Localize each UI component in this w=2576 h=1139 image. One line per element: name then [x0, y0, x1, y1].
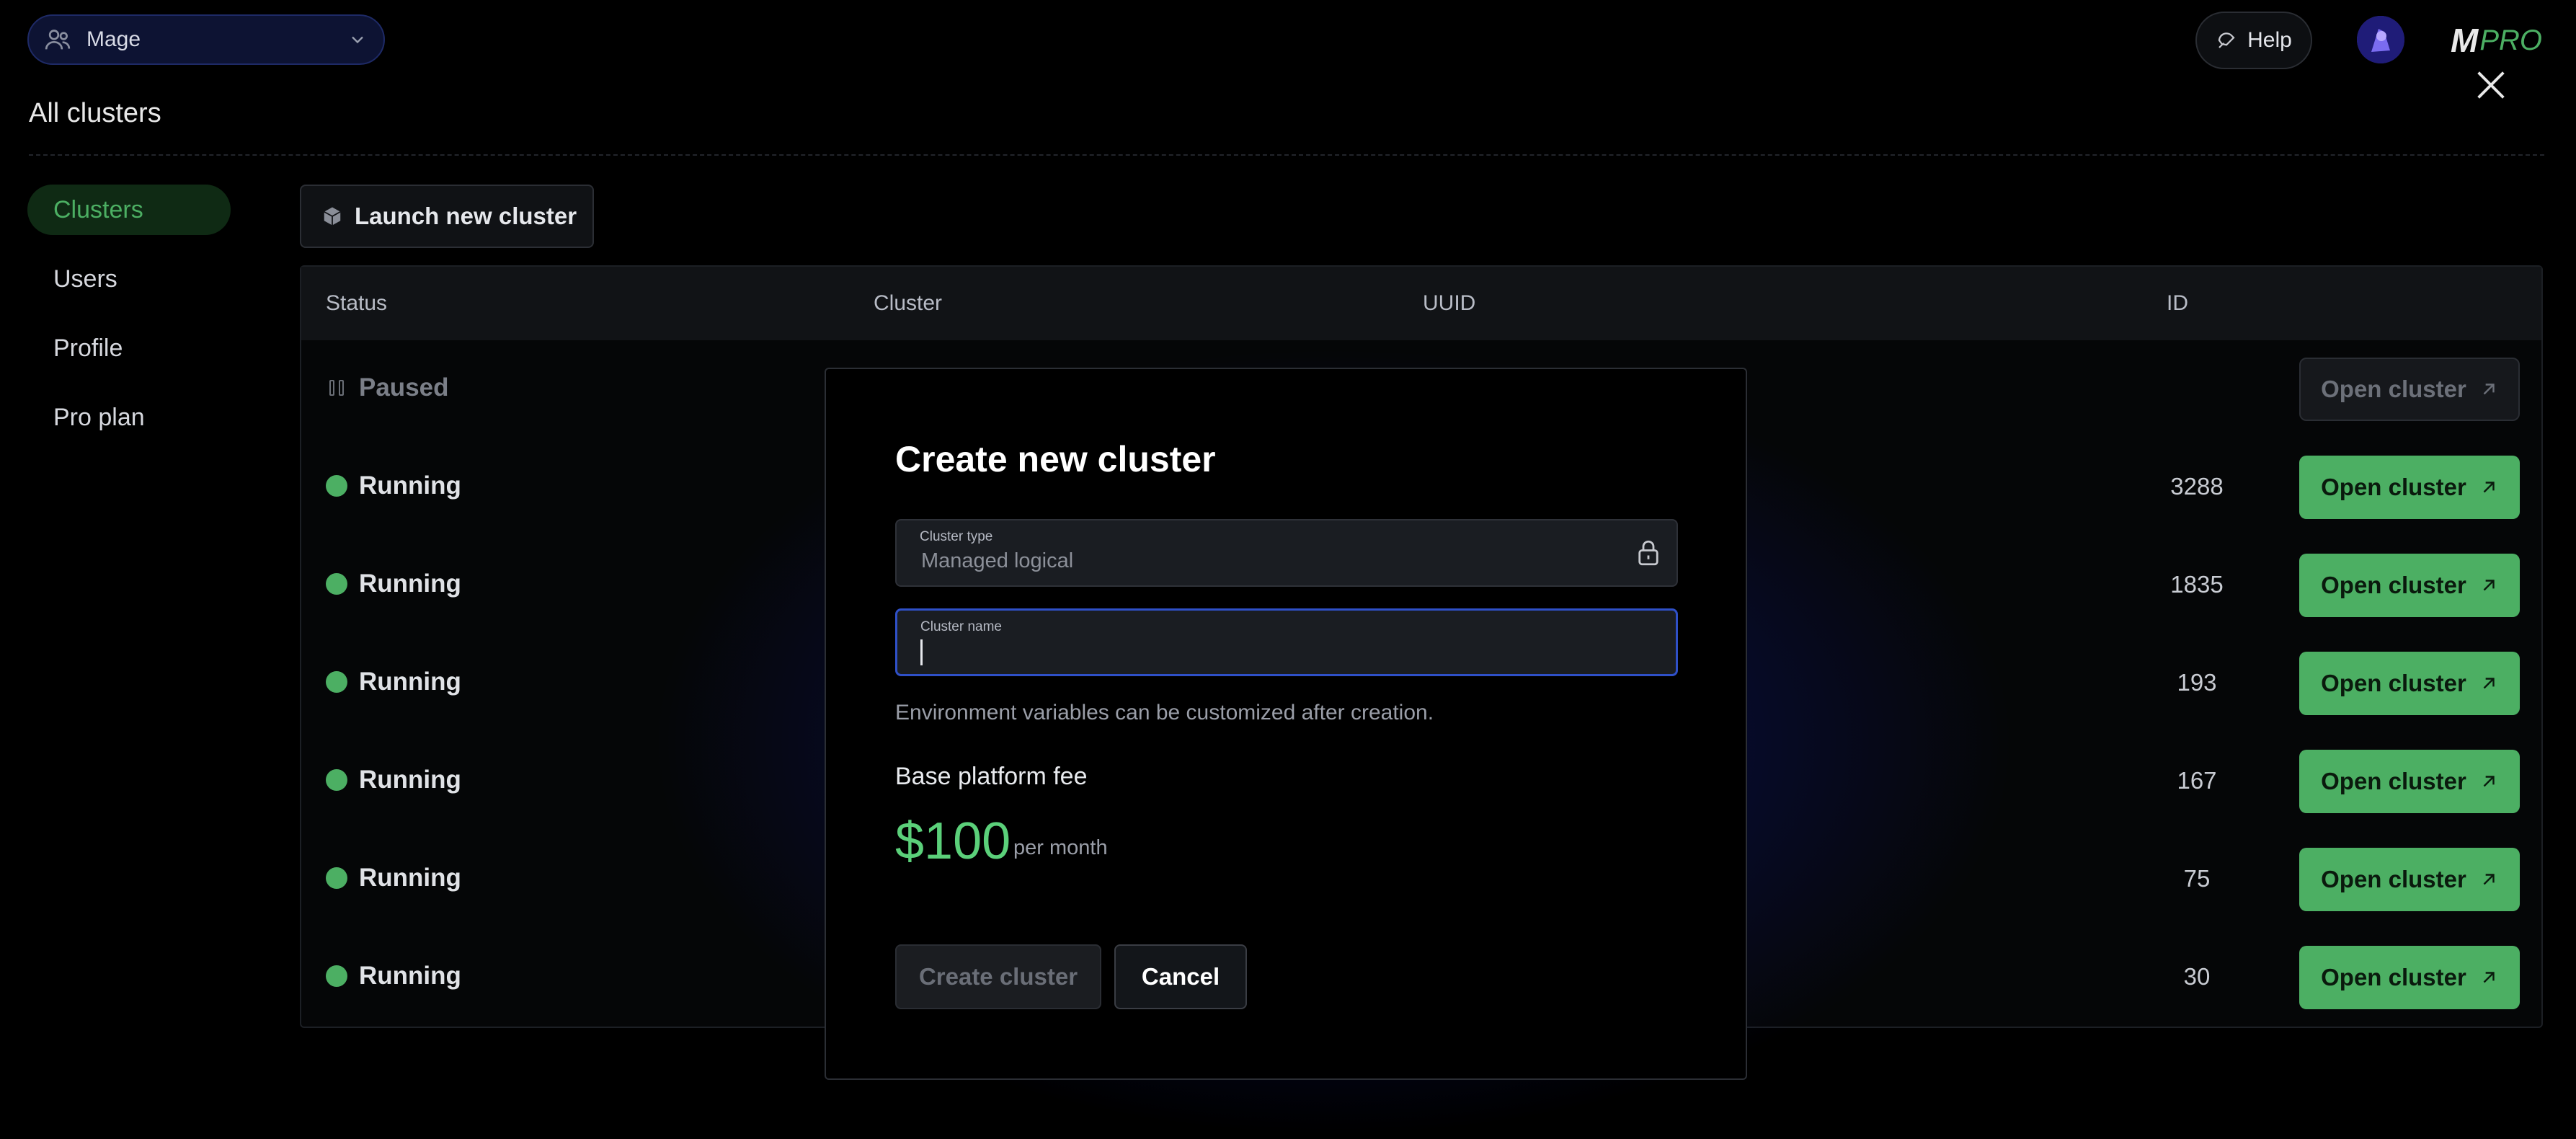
open-cluster-button[interactable]: Open cluster — [2299, 750, 2520, 813]
price-value: $100 — [895, 812, 1011, 870]
create-cluster-modal: Create new cluster Cluster type Managed … — [825, 368, 1747, 1080]
open-cluster-label: Open cluster — [2321, 866, 2466, 892]
id-cell: 1835 — [2170, 571, 2224, 598]
column-status: Status — [326, 291, 388, 315]
status-dot-icon — [326, 867, 347, 889]
open-cluster-button[interactable]: Open cluster — [2299, 652, 2520, 715]
status-cell: Paused — [326, 373, 449, 402]
users-icon — [45, 30, 71, 50]
price-period: per month — [1013, 836, 1108, 859]
cluster-type-value: Managed logical — [921, 549, 1074, 572]
status-label: Paused — [359, 373, 449, 402]
page-title: All clusters — [29, 98, 161, 128]
pause-icon — [326, 377, 347, 399]
help-text: Environment variables can be customized … — [895, 701, 1434, 724]
text-caret — [920, 639, 923, 665]
sidebar-item-users[interactable]: Users — [27, 254, 231, 304]
arrow-up-right-icon — [2483, 482, 2495, 493]
status-label: Running — [359, 668, 461, 696]
arrow-up-right-icon — [2483, 776, 2495, 787]
workspace-selector[interactable]: Mage — [27, 14, 385, 65]
open-cluster-button[interactable]: Open cluster — [2299, 946, 2520, 1009]
avatar[interactable] — [2357, 16, 2404, 63]
open-cluster-label: Open cluster — [2321, 670, 2466, 696]
status-label: Running — [359, 864, 461, 892]
status-cell: Running — [326, 570, 461, 598]
status-dot-icon — [326, 475, 347, 497]
open-cluster-label: Open cluster — [2321, 474, 2466, 500]
status-label: Running — [359, 766, 461, 794]
help-icon — [2219, 32, 2235, 48]
status-label: Running — [359, 962, 461, 990]
status-label: Running — [359, 471, 461, 500]
id-cell: 193 — [2177, 669, 2217, 696]
id-cell: 75 — [2183, 865, 2211, 892]
workspace-name: Mage — [86, 27, 141, 51]
divider — [29, 154, 2544, 156]
launch-new-cluster-button[interactable]: Launch new cluster — [300, 185, 594, 248]
logo-mark: M — [2451, 22, 2478, 59]
cluster-name-label: Cluster name — [920, 619, 1002, 634]
status-dot-icon — [326, 671, 347, 693]
arrow-up-right-icon — [2483, 874, 2495, 885]
modal-title: Create new cluster — [895, 439, 1216, 479]
status-cell: Running — [326, 668, 461, 696]
open-cluster-button[interactable]: Open cluster — [2299, 456, 2520, 519]
status-dot-icon — [326, 573, 347, 595]
cluster-name-input[interactable]: Cluster name — [895, 608, 1678, 676]
launch-label: Launch new cluster — [355, 203, 577, 229]
logo-pro: PRO — [2479, 24, 2543, 56]
arrow-up-right-icon — [2483, 678, 2495, 689]
fee-label: Base platform fee — [895, 763, 1088, 790]
open-cluster-label: Open cluster — [2321, 964, 2466, 990]
status-cell: Running — [326, 766, 461, 794]
status-label: Running — [359, 570, 461, 598]
help-label: Help — [2247, 28, 2292, 52]
sidebar-item-label: Clusters — [53, 195, 143, 223]
cube-icon — [324, 207, 341, 226]
chevron-down-icon — [352, 36, 363, 44]
open-cluster-label: Open cluster — [2321, 768, 2466, 794]
open-cluster-label: Open cluster — [2321, 376, 2466, 402]
column-cluster: Cluster — [874, 291, 943, 315]
sidebar-item-profile[interactable]: Profile — [27, 323, 231, 373]
arrow-up-right-icon — [2483, 972, 2495, 983]
table-header: Status Cluster UUID ID — [301, 267, 2541, 340]
status-dot-icon — [326, 965, 347, 987]
cancel-button[interactable]: Cancel — [1114, 944, 1247, 1009]
column-uuid: UUID — [1423, 291, 1476, 315]
open-cluster-button[interactable]: Open cluster — [2299, 358, 2520, 421]
cancel-label: Cancel — [1141, 963, 1220, 990]
sidebar-item-label: Pro plan — [53, 403, 145, 431]
status-dot-icon — [326, 769, 347, 791]
status-cell: Running — [326, 864, 461, 892]
arrow-up-right-icon — [2483, 580, 2495, 591]
logo: M PRO — [2451, 20, 2542, 61]
status-cell: Running — [326, 471, 461, 500]
arrow-up-right-icon — [2483, 384, 2495, 395]
sidebar-item-label: Users — [53, 265, 117, 293]
sidebar-item-label: Profile — [53, 334, 123, 362]
cluster-type-label: Cluster type — [920, 529, 993, 544]
id-cell: 30 — [2183, 963, 2211, 990]
open-cluster-button[interactable]: Open cluster — [2299, 848, 2520, 911]
id-cell: 3288 — [2170, 473, 2224, 500]
sidebar-item-clusters[interactable]: Clusters — [27, 185, 231, 235]
id-cell: 167 — [2177, 767, 2217, 794]
open-cluster-label: Open cluster — [2321, 572, 2466, 598]
status-cell: Running — [326, 962, 461, 990]
create-cluster-button[interactable]: Create cluster — [895, 944, 1101, 1009]
close-icon[interactable] — [2472, 66, 2510, 104]
open-cluster-button[interactable]: Open cluster — [2299, 554, 2520, 617]
create-cluster-label: Create cluster — [918, 963, 1078, 990]
column-id: ID — [2167, 291, 2188, 315]
sidebar-item-pro-plan[interactable]: Pro plan — [27, 392, 231, 443]
lock-icon — [1638, 540, 1658, 566]
cluster-type-field: Cluster type Managed logical — [895, 519, 1678, 587]
help-button[interactable]: Help — [2195, 12, 2312, 69]
